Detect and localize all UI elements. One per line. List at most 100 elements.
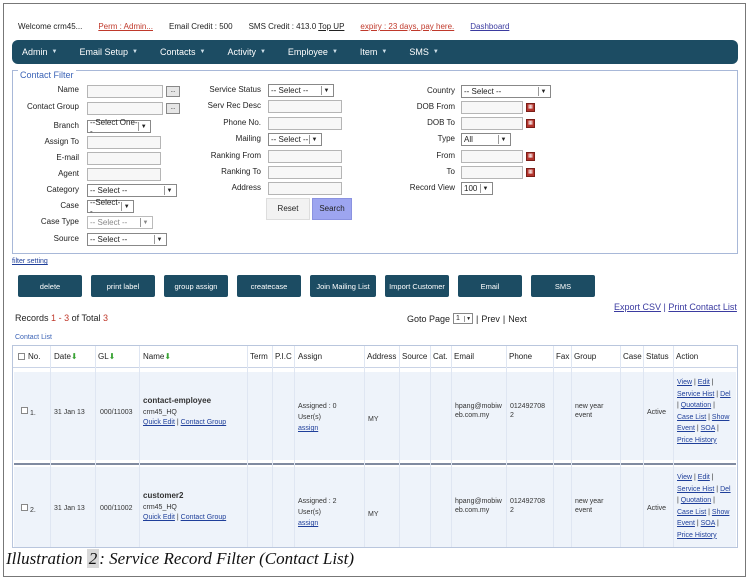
topup-link[interactable]: Top UP [318,22,344,31]
row-group: new year event [575,497,603,515]
perm-link[interactable]: Perm : Admin... [98,22,153,31]
nav-item[interactable]: Item ▼ [360,47,387,57]
to-input[interactable] [461,166,523,179]
mailing-select[interactable]: -- Select -- ▼ [268,133,322,146]
view-link[interactable]: View [677,474,692,481]
email-button[interactable]: Email [458,275,522,297]
show-event-link-cont[interactable]: Event [677,520,695,527]
reset-button[interactable]: Reset [266,198,310,220]
quick-edit-link[interactable]: Quick Edit [143,419,175,426]
column-divider [620,346,621,547]
category-select[interactable]: -- Select -- ▼ [87,184,177,197]
type-select[interactable]: All ▼ [461,133,511,146]
calendar-icon[interactable]: ▦ [526,103,535,112]
select-all-checkbox[interactable] [18,353,25,360]
quick-edit-link[interactable]: Quick Edit [143,514,175,521]
chevron-down-icon: ▼ [432,49,439,55]
header-name[interactable]: Name⬇ [143,352,171,361]
contact-group-lookup-button[interactable]: ... [166,103,180,114]
row-name[interactable]: customer2 [143,491,183,500]
quotation-link[interactable]: Quotation [681,402,711,409]
ranking-from-input[interactable] [268,150,342,163]
print-contact-list-link[interactable]: Print Contact List [668,302,737,312]
source-select[interactable]: -- Select -- ▼ [87,233,167,246]
soa-link[interactable]: SOA [701,520,715,527]
row-checkbox[interactable] [21,407,28,414]
service-hist-link[interactable]: Service Hist [677,486,714,493]
agent-input[interactable] [87,168,161,181]
service-hist-link[interactable]: Service Hist [677,391,714,398]
service-status-select[interactable]: -- Select -- ▼ [268,84,334,97]
case-select[interactable]: --Select-- ▼ [87,198,134,216]
dob-from-input[interactable] [461,101,523,114]
calendar-icon[interactable]: ▦ [526,168,535,177]
show-event-link-cont[interactable]: Event [677,425,695,432]
contact-group-link[interactable]: Contact Group [181,514,227,521]
case-type-select[interactable]: -- Select -- ▼ [87,216,153,229]
name-input[interactable] [87,85,163,98]
search-button[interactable]: Search [312,198,352,220]
header-date[interactable]: Date⬇ [54,352,78,361]
dob-to-input[interactable] [461,117,523,130]
nav-email-setup[interactable]: Email Setup ▼ [79,47,137,57]
calendar-icon[interactable]: ▦ [526,152,535,161]
filter-setting-link[interactable]: filter setting [12,258,48,265]
nav-contacts[interactable]: Contacts ▼ [160,47,205,57]
chevron-down-icon: ▼ [259,49,266,55]
prev-link[interactable]: Prev [481,314,500,324]
header-no: No. [28,352,41,361]
serv-rec-desc-input[interactable] [268,100,342,113]
row-name[interactable]: contact-employee [143,396,211,405]
action-separator: | [717,520,719,527]
branch-select[interactable]: --Select One-- ▼ [87,118,151,136]
del-link[interactable]: Del [720,486,731,493]
calendar-icon[interactable]: ▦ [526,119,535,128]
price-history-link[interactable]: Price History [677,532,717,539]
nav-activity[interactable]: Activity ▼ [227,47,265,57]
contact-group-link[interactable]: Contact Group [181,419,227,426]
show-event-link[interactable]: Show [712,414,730,421]
email-input[interactable] [87,152,161,165]
row-checkbox[interactable] [21,504,28,511]
record-view-select[interactable]: 100 ▼ [461,182,493,195]
address-input[interactable] [268,182,342,195]
goto-page-select[interactable]: 1 ▼ [453,313,474,324]
nav-admin[interactable]: Admin ▼ [22,47,57,57]
group-assign-button[interactable]: group assign [164,275,228,297]
expiry-link[interactable]: expiry : 23 days, pay here. [360,22,454,31]
join-mailing-list-button[interactable]: Join Mailing List [310,275,376,297]
column-divider [399,346,400,547]
print-label-button[interactable]: print label [91,275,155,297]
assign-to-input[interactable] [87,136,161,149]
price-history-link[interactable]: Price History [677,437,717,444]
soa-link[interactable]: SOA [701,425,715,432]
assign-link[interactable]: assign [298,425,318,432]
phone-input[interactable] [268,117,342,130]
quotation-link[interactable]: Quotation [681,497,711,504]
del-link[interactable]: Del [720,391,731,398]
assign-link[interactable]: assign [298,520,318,527]
case-list-link[interactable]: Case List [677,414,706,421]
export-csv-link[interactable]: Export CSV [614,302,661,312]
nav-sms[interactable]: SMS ▼ [409,47,438,57]
edit-link[interactable]: Edit [698,379,710,386]
view-link[interactable]: View [677,379,692,386]
edit-link[interactable]: Edit [698,474,710,481]
next-link[interactable]: Next [508,314,527,324]
name-lookup-button[interactable]: ... [166,86,180,97]
record-view-label: Record View [409,183,455,192]
ranking-to-input[interactable] [268,166,342,179]
dashboard-link[interactable]: Dashboard [470,22,509,31]
case-list-link[interactable]: Case List [677,509,706,516]
from-input[interactable] [461,150,523,163]
createcase-button[interactable]: createcase [237,275,301,297]
sms-button[interactable]: SMS [531,275,595,297]
nav-employee[interactable]: Employee ▼ [288,47,338,57]
country-select[interactable]: -- Select -- ▼ [461,85,551,98]
import-customer-button[interactable]: Import Customer [385,275,449,297]
header-gl[interactable]: GL⬇ [98,352,115,361]
delete-button[interactable]: delete [18,275,82,297]
show-event-link[interactable]: Show [712,509,730,516]
header-source: Source [402,352,428,361]
contact-group-input[interactable] [87,102,163,115]
